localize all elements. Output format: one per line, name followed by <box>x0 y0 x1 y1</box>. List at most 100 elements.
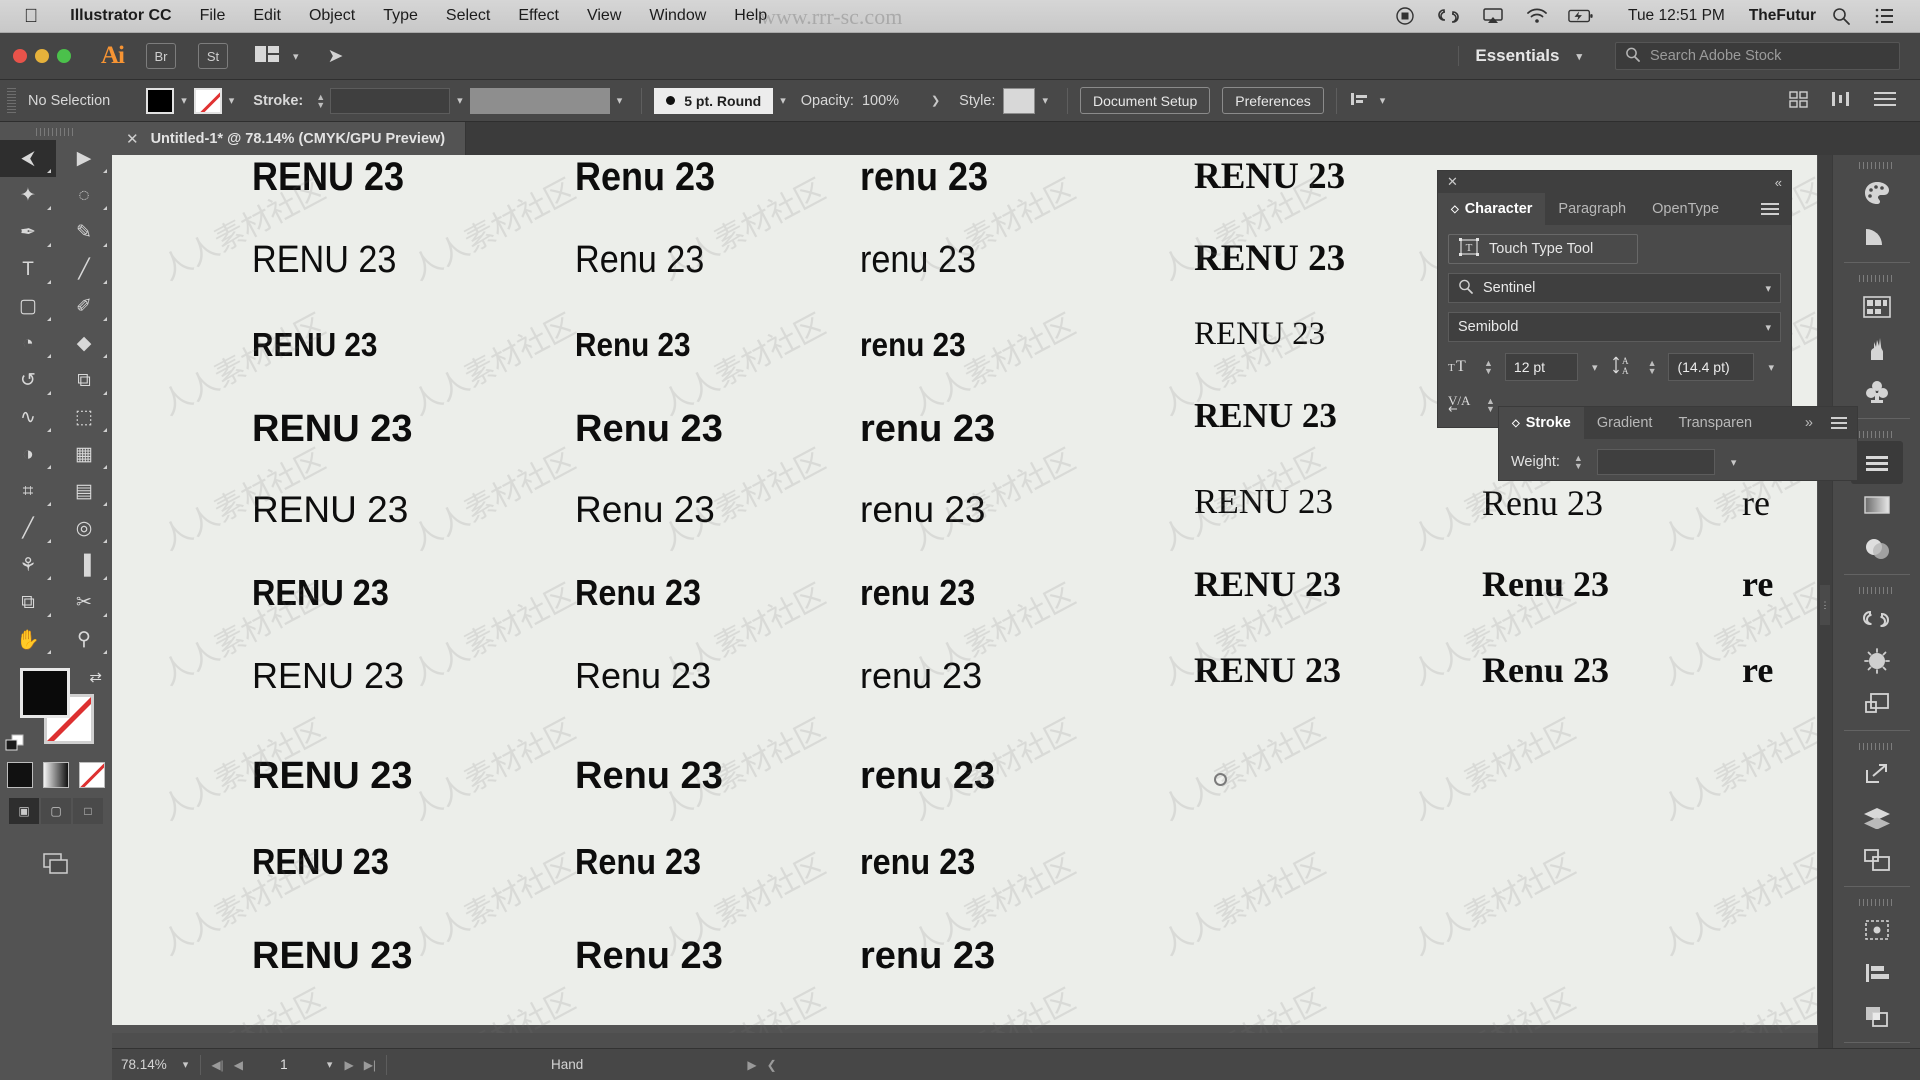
distribute-icon[interactable] <box>1830 89 1852 113</box>
blend-tool[interactable]: ◎ <box>56 510 112 547</box>
stock-button[interactable]: St <box>198 43 228 69</box>
kerning-stepper[interactable]: ▲ ▼ <box>1486 396 1495 413</box>
none-swatch[interactable] <box>79 762 105 788</box>
type-sample[interactable]: Renu 23 <box>575 572 701 614</box>
collapsed-panel-strip[interactable]: ⋮ <box>1818 155 1832 1048</box>
menu-item-file[interactable]: File <box>186 7 240 25</box>
tab-character[interactable]: ◇ Character <box>1438 193 1546 225</box>
line-segment-tool[interactable]: ╱ <box>56 251 112 288</box>
type-sample[interactable]: renu 23 <box>860 408 995 451</box>
artboard-tool[interactable]: ⧉ <box>0 584 56 621</box>
document-setup-button[interactable]: Document Setup <box>1079 87 1211 114</box>
type-sample[interactable]: renu 23 <box>860 239 976 282</box>
collapse-panel-icon[interactable]: « <box>1775 175 1782 190</box>
eraser-tool[interactable]: ◆ <box>56 325 112 362</box>
menu-item-effect[interactable]: Effect <box>504 7 573 25</box>
horizontal-scrollbar[interactable] <box>112 1033 1832 1048</box>
tab-paragraph[interactable]: Paragraph <box>1545 193 1639 225</box>
transparency-panel-icon[interactable] <box>1851 527 1903 570</box>
bridge-button[interactable]: Br <box>146 43 176 69</box>
previous-artboard-icon[interactable]: ◀ <box>229 1058 248 1072</box>
preferences-button[interactable]: Preferences <box>1222 87 1324 114</box>
menu-item-window[interactable]: Window <box>635 7 720 25</box>
type-sample[interactable]: Renu 23 <box>575 489 715 531</box>
lasso-tool[interactable]: ◌ <box>56 177 112 214</box>
stroke-profile-field[interactable] <box>469 87 610 114</box>
magic-wand-tool[interactable]: ✦ <box>0 177 56 214</box>
change-screen-mode-button[interactable] <box>0 850 112 876</box>
gradient-panel-icon[interactable] <box>1851 484 1903 527</box>
rotate-tool[interactable]: ↺ <box>0 362 56 399</box>
type-sample[interactable]: renu 23 <box>860 755 995 798</box>
control-bar-grip[interactable] <box>7 87 16 114</box>
type-sample[interactable]: Renu 23 <box>575 155 715 200</box>
direct-selection-tool[interactable]: ▶ <box>56 140 112 177</box>
creative-cloud-icon[interactable] <box>1436 5 1462 27</box>
fill-color-swatch[interactable] <box>146 87 175 114</box>
search-icon[interactable] <box>1828 5 1854 27</box>
color-swatch[interactable] <box>7 762 33 788</box>
symbol-sprayer-tool[interactable]: ⚘ <box>0 547 56 584</box>
type-sample[interactable]: RENU 23 <box>1194 155 1345 198</box>
chevron-down-icon[interactable]: ▾ <box>1724 456 1744 469</box>
type-sample[interactable]: Renu 23 <box>575 239 704 282</box>
appearance-panel-icon[interactable] <box>1851 640 1903 683</box>
type-sample[interactable]: Renu 23 <box>575 935 723 978</box>
wifi-icon[interactable] <box>1524 5 1550 27</box>
stroke-color-swatch[interactable] <box>193 87 222 114</box>
chevron-down-icon[interactable]: ▾ <box>450 94 470 107</box>
type-sample[interactable]: RENU 23 <box>1194 396 1337 436</box>
chevron-down-icon[interactable]: ▾ <box>610 94 630 107</box>
type-sample[interactable]: renu 23 <box>860 489 986 531</box>
chevron-down-icon[interactable]: ▾ <box>1585 361 1605 374</box>
type-sample[interactable]: Renu 23 <box>575 408 723 451</box>
artboard-number-field[interactable]: 1 <box>248 1055 320 1075</box>
type-sample[interactable]: renu 23 <box>860 841 975 883</box>
layers-panel-icon[interactable] <box>1851 796 1903 839</box>
brushes-panel-icon[interactable] <box>1851 328 1903 371</box>
next-artboard-icon[interactable]: ▶ <box>339 1058 358 1072</box>
zoom-tool[interactable]: ⚲ <box>56 621 112 658</box>
type-sample[interactable]: RENU 23 <box>252 572 389 614</box>
airplay-icon[interactable] <box>1480 5 1506 27</box>
curvature-tool[interactable]: ✎ <box>56 214 112 251</box>
type-sample[interactable]: renu 23 <box>860 326 966 364</box>
mesh-tool[interactable]: ⌗ <box>0 473 56 510</box>
adobe-stock-search[interactable]: Search Adobe Stock <box>1615 42 1900 70</box>
tab-opentype[interactable]: OpenType <box>1639 193 1732 225</box>
type-sample[interactable]: RENU 23 <box>1194 316 1325 353</box>
type-sample[interactable]: renu 23 <box>860 155 988 200</box>
type-sample[interactable]: RENU 23 <box>1194 649 1341 691</box>
document-tab[interactable]: ✕ Untitled-1* @ 78.14% (CMYK/GPU Preview… <box>112 122 467 155</box>
symbols-panel-icon[interactable] <box>1851 371 1903 414</box>
font-size-value[interactable]: 12 pt <box>1504 353 1579 381</box>
opacity-value[interactable]: 100% <box>862 93 916 109</box>
type-sample[interactable]: RENU 23 <box>1194 482 1333 522</box>
full-screen-mode[interactable]: □ <box>73 798 103 824</box>
eyedropper-tool[interactable]: ╱ <box>0 510 56 547</box>
chevron-down-icon[interactable]: ▾ <box>222 94 242 107</box>
menu-item-edit[interactable]: Edit <box>239 7 295 25</box>
graphic-styles-panel-icon[interactable] <box>1851 683 1903 726</box>
current-tool-label[interactable]: Hand <box>542 1057 592 1072</box>
stroke-weight-stepper[interactable]: ▲ ▼ <box>316 92 325 109</box>
menu-item-object[interactable]: Object <box>295 7 369 25</box>
notification-center-icon[interactable] <box>1872 5 1898 27</box>
default-fill-stroke-icon[interactable] <box>5 734 25 752</box>
zoom-level-value[interactable]: 78.14% <box>112 1057 176 1072</box>
dock-group-grip[interactable] <box>1858 587 1895 595</box>
type-sample[interactable]: Renu 23 <box>575 655 711 697</box>
record-icon[interactable] <box>1392 5 1418 27</box>
font-family-select[interactable]: Sentinel ▾ <box>1448 273 1781 303</box>
type-sample[interactable]: Renu 23 <box>1482 482 1603 524</box>
stroke-weight-field[interactable] <box>1596 449 1715 475</box>
panel-menu-icon[interactable] <box>1874 91 1896 111</box>
font-style-select[interactable]: Semibold ▾ <box>1448 312 1781 342</box>
scale-tool[interactable]: ⧉ <box>56 362 112 399</box>
font-size-stepper[interactable]: ▲ ▼ <box>1484 359 1493 376</box>
chevron-down-icon[interactable]: ▾ <box>174 94 194 107</box>
type-sample[interactable]: re <box>1742 649 1773 691</box>
workspace-switcher[interactable]: Essentials ▾ <box>1458 46 1605 66</box>
panel-menu-icon[interactable] <box>1748 193 1791 225</box>
dock-group-grip[interactable] <box>1858 743 1895 751</box>
